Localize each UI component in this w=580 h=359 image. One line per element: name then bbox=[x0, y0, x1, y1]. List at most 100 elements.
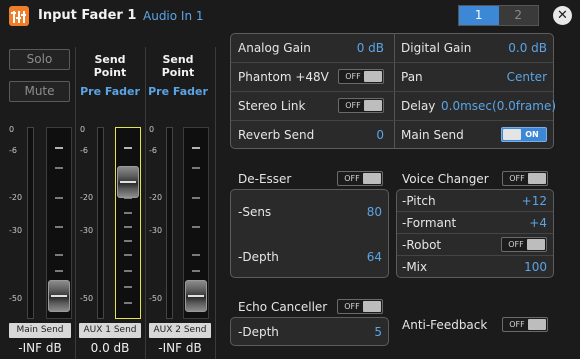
scale-label: -50 bbox=[9, 294, 23, 303]
reverb-send-label: Reverb Send bbox=[238, 128, 315, 142]
echo-canceller-panel: -Depth 5 bbox=[230, 317, 389, 346]
robot-toggle[interactable]: OFF bbox=[501, 237, 547, 252]
fader-tick bbox=[124, 226, 132, 228]
toggle-state: OFF bbox=[508, 240, 524, 249]
send-point-label: Send Point bbox=[161, 53, 195, 79]
aux2-send-fader-knob[interactable] bbox=[185, 280, 207, 312]
echo-depth-value[interactable]: 5 bbox=[331, 325, 382, 339]
digital-gain-label: Digital Gain bbox=[401, 41, 472, 55]
scale-label: -6 bbox=[80, 146, 88, 155]
scale-label: -20 bbox=[80, 193, 94, 202]
aux1-send-fader-knob[interactable] bbox=[117, 166, 139, 198]
fader-tick bbox=[124, 286, 132, 288]
fader-tick bbox=[192, 270, 200, 272]
aux1-send-value: 0.0 dB bbox=[90, 341, 130, 355]
fader-tick bbox=[192, 254, 200, 256]
level-meter bbox=[97, 127, 104, 319]
echo-canceller-title: Echo Canceller bbox=[238, 300, 328, 314]
phantom-toggle[interactable]: OFF bbox=[338, 69, 384, 84]
row-separator bbox=[397, 233, 553, 234]
level-meter bbox=[27, 127, 34, 319]
anti-feedback-toggle[interactable]: OFF bbox=[502, 317, 548, 332]
fader-tick bbox=[55, 270, 63, 272]
main-send-toggle[interactable]: ON bbox=[501, 127, 547, 142]
analog-gain-value[interactable]: 0 dB bbox=[321, 41, 384, 55]
fader-tick bbox=[192, 147, 200, 149]
aux1-send-name: AUX 1 Send bbox=[79, 323, 141, 338]
fader-tick bbox=[124, 212, 132, 214]
input-params-panel: Analog Gain 0 dB Digital Gain 0.0 dB Pha… bbox=[230, 33, 556, 149]
toggle-state: OFF bbox=[509, 174, 525, 183]
digital-gain-value[interactable]: 0.0 dB bbox=[471, 41, 547, 55]
echo-canceller-toggle[interactable]: OFF bbox=[337, 299, 383, 314]
close-icon[interactable]: ✕ bbox=[553, 6, 572, 25]
mute-button[interactable]: Mute bbox=[9, 81, 70, 102]
scale-label: -20 bbox=[149, 193, 163, 202]
aux1-send-point-value[interactable]: Pre Fader bbox=[77, 85, 143, 98]
fader-tick bbox=[124, 147, 132, 149]
mixer-app-icon bbox=[9, 6, 29, 26]
aux2-send-point-value[interactable]: Pre Fader bbox=[146, 85, 210, 98]
stereo-link-toggle[interactable]: OFF bbox=[338, 98, 384, 113]
fader-tick bbox=[192, 197, 200, 199]
fader-tick bbox=[124, 240, 132, 242]
fader-tick bbox=[55, 197, 63, 199]
analog-gain-label: Analog Gain bbox=[238, 41, 311, 55]
row-separator bbox=[397, 255, 553, 256]
voice-changer-toggle[interactable]: OFF bbox=[502, 171, 548, 186]
strip-divider bbox=[215, 47, 216, 359]
scale-label: 0 bbox=[149, 125, 155, 134]
mix-value[interactable]: 100 bbox=[497, 260, 547, 274]
fader-tick bbox=[124, 270, 132, 272]
main-send-name: Main Send bbox=[9, 323, 71, 338]
fader-tick bbox=[124, 254, 132, 256]
solo-button[interactable]: Solo bbox=[9, 49, 70, 70]
main-send-fader-knob[interactable] bbox=[48, 280, 70, 312]
de-esser-panel: -Sens 80 -Depth 64 bbox=[230, 189, 389, 278]
toggle-state: ON bbox=[525, 130, 539, 139]
delay-value[interactable]: 0.0msec(0.0frame) bbox=[441, 99, 556, 113]
fader-tick bbox=[192, 167, 200, 169]
main-send-label: Main Send bbox=[401, 128, 464, 142]
formant-value[interactable]: +4 bbox=[497, 216, 547, 230]
voice-changer-panel: -Pitch +12 -Formant +4 -Robot OFF -Mix 1… bbox=[396, 189, 554, 278]
strip-divider bbox=[75, 47, 76, 359]
pan-value[interactable]: Center bbox=[471, 70, 547, 84]
scale-label: -50 bbox=[80, 294, 94, 303]
scale-label: -6 bbox=[149, 146, 157, 155]
page-tabs: 1 2 bbox=[458, 5, 539, 26]
fader-tick bbox=[124, 302, 132, 304]
echo-depth-label: -Depth bbox=[238, 325, 279, 339]
fader-tick bbox=[55, 147, 63, 149]
pitch-value[interactable]: +12 bbox=[497, 194, 547, 208]
fader-tick bbox=[55, 254, 63, 256]
de-esser-depth-label: -Depth bbox=[238, 250, 279, 264]
phantom-label: Phantom +48V bbox=[238, 70, 329, 84]
send-point-label: Send Point bbox=[93, 53, 127, 79]
pitch-label: -Pitch bbox=[402, 194, 436, 208]
scale-label: 0 bbox=[80, 125, 86, 134]
fader-track[interactable] bbox=[115, 127, 141, 319]
de-esser-depth-value[interactable]: 64 bbox=[331, 250, 382, 264]
scale-label: 0 bbox=[9, 125, 15, 134]
scale-label: -30 bbox=[9, 226, 23, 235]
fader-tick bbox=[55, 167, 63, 169]
fader-tick bbox=[192, 226, 200, 228]
stereo-link-label: Stereo Link bbox=[238, 99, 306, 113]
aux2-send-name: AUX 2 Send bbox=[149, 323, 211, 338]
tab-page-1[interactable]: 1 bbox=[459, 6, 499, 25]
scale-label: -6 bbox=[9, 146, 17, 155]
toggle-state: OFF bbox=[345, 101, 361, 110]
de-esser-toggle[interactable]: OFF bbox=[337, 171, 383, 186]
tab-page-2[interactable]: 2 bbox=[498, 6, 538, 25]
level-meter bbox=[166, 127, 173, 319]
row-separator bbox=[231, 120, 553, 121]
scale-label: -50 bbox=[149, 294, 163, 303]
de-esser-sens-value[interactable]: 80 bbox=[331, 205, 382, 219]
reverb-send-value[interactable]: 0 bbox=[341, 128, 384, 142]
window-title: Input Fader 1 bbox=[38, 8, 137, 23]
scale-label: -30 bbox=[80, 226, 94, 235]
de-esser-sens-label: -Sens bbox=[238, 205, 272, 219]
row-separator bbox=[231, 91, 553, 92]
scale-label: -20 bbox=[9, 193, 23, 202]
